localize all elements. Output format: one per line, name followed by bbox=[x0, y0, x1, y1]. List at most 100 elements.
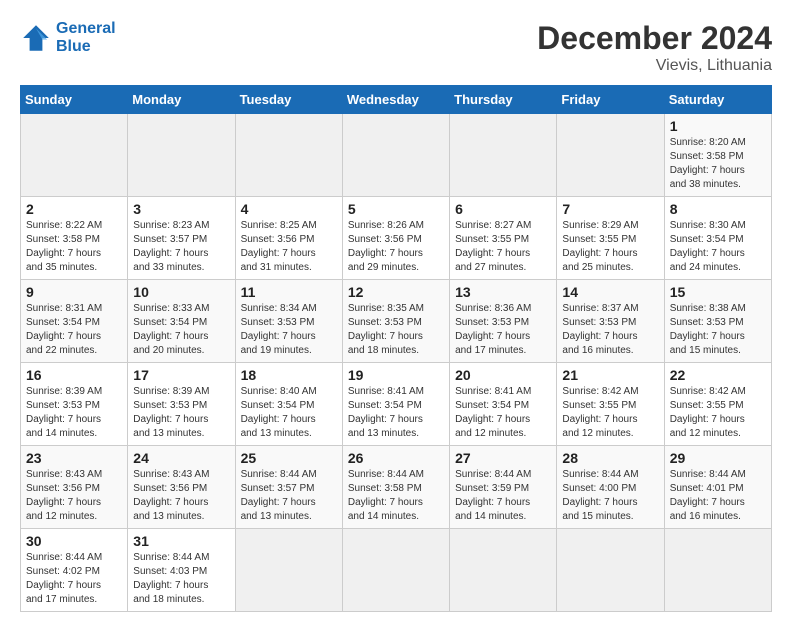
day-number: 14 bbox=[562, 284, 658, 300]
logo-text: General Blue bbox=[56, 20, 116, 56]
header-cell-saturday: Saturday bbox=[664, 86, 771, 114]
day-number: 16 bbox=[26, 367, 122, 383]
calendar-cell bbox=[557, 114, 664, 197]
calendar-week-row: 23 Sunrise: 8:43 AM Sunset: 3:56 PM Dayli… bbox=[21, 446, 772, 529]
day-number: 21 bbox=[562, 367, 658, 383]
calendar-cell: 15Sunrise: 8:38 AM Sunset: 3:53 PM Dayli… bbox=[664, 280, 771, 363]
day-number: 11 bbox=[241, 284, 337, 300]
calendar-cell bbox=[235, 114, 342, 197]
day-number: 13 bbox=[455, 284, 551, 300]
day-number: 27 bbox=[455, 450, 551, 466]
day-number: 10 bbox=[133, 284, 229, 300]
calendar-cell: 20 Sunrise: 8:41 AM Sunset: 3:54 PM Dayli… bbox=[450, 363, 557, 446]
day-number: 12 bbox=[348, 284, 444, 300]
day-content: Sunrise: 8:34 AM Sunset: 3:53 PM Dayligh… bbox=[241, 302, 337, 358]
calendar-week-row: 9Sunrise: 8:31 AM Sunset: 3:54 PM Daylig… bbox=[21, 280, 772, 363]
day-number: 25 bbox=[241, 450, 337, 466]
calendar-cell: 11 Sunrise: 8:34 AM Sunset: 3:53 PM Dayli… bbox=[235, 280, 342, 363]
day-number: 6 bbox=[455, 201, 551, 217]
calendar-cell: 12 Sunrise: 8:35 AM Sunset: 3:53 PM Dayli… bbox=[342, 280, 449, 363]
day-content: Sunrise: 8:44 AM Sunset: 3:57 PM Dayligh… bbox=[241, 468, 337, 524]
day-number: 30 bbox=[26, 533, 122, 549]
calendar-cell: 3Sunrise: 8:23 AM Sunset: 3:57 PM Daylig… bbox=[128, 197, 235, 280]
title-section: December 2024 Vievis, Lithuania bbox=[537, 20, 772, 75]
day-number: 7 bbox=[562, 201, 658, 217]
calendar-week-row: 1Sunrise: 8:20 AM Sunset: 3:58 PM Daylig… bbox=[21, 114, 772, 197]
calendar-cell: 1Sunrise: 8:20 AM Sunset: 3:58 PM Daylig… bbox=[664, 114, 771, 197]
calendar-cell: 17Sunrise: 8:39 AM Sunset: 3:53 PM Dayli… bbox=[128, 363, 235, 446]
day-number: 23 bbox=[26, 450, 122, 466]
day-content: Sunrise: 8:44 AM Sunset: 4:01 PM Dayligh… bbox=[670, 468, 766, 524]
logo-icon bbox=[20, 22, 52, 54]
day-number: 31 bbox=[133, 533, 229, 549]
header-cell-friday: Friday bbox=[557, 86, 664, 114]
calendar-cell bbox=[21, 114, 128, 197]
calendar-cell: 7Sunrise: 8:29 AM Sunset: 3:55 PM Daylig… bbox=[557, 197, 664, 280]
calendar-cell bbox=[450, 114, 557, 197]
calendar-cell: 24 Sunrise: 8:43 AM Sunset: 3:56 PM Dayli… bbox=[128, 446, 235, 529]
day-content: Sunrise: 8:35 AM Sunset: 3:53 PM Dayligh… bbox=[348, 302, 444, 358]
day-number: 17 bbox=[133, 367, 229, 383]
calendar-cell: 29Sunrise: 8:44 AM Sunset: 4:01 PM Dayli… bbox=[664, 446, 771, 529]
day-content: Sunrise: 8:40 AM Sunset: 3:54 PM Dayligh… bbox=[241, 385, 337, 441]
calendar-cell bbox=[664, 529, 771, 612]
day-content: Sunrise: 8:23 AM Sunset: 3:57 PM Dayligh… bbox=[133, 219, 229, 275]
day-number: 4 bbox=[241, 201, 337, 217]
day-number: 15 bbox=[670, 284, 766, 300]
day-content: Sunrise: 8:44 AM Sunset: 4:00 PM Dayligh… bbox=[562, 468, 658, 524]
day-number: 1 bbox=[670, 118, 766, 134]
header-cell-monday: Monday bbox=[128, 86, 235, 114]
day-number: 24 bbox=[133, 450, 229, 466]
logo: General Blue bbox=[20, 20, 116, 56]
day-content: Sunrise: 8:44 AM Sunset: 4:02 PM Dayligh… bbox=[26, 551, 122, 607]
day-number: 18 bbox=[241, 367, 337, 383]
day-number: 22 bbox=[670, 367, 766, 383]
calendar-cell: 6 Sunrise: 8:27 AM Sunset: 3:55 PM Daylig… bbox=[450, 197, 557, 280]
day-number: 2 bbox=[26, 201, 122, 217]
calendar-cell: 2 Sunrise: 8:22 AM Sunset: 3:58 PM Daylig… bbox=[21, 197, 128, 280]
location-subtitle: Vievis, Lithuania bbox=[537, 57, 772, 75]
calendar-cell bbox=[128, 114, 235, 197]
day-number: 20 bbox=[455, 367, 551, 383]
calendar-cell bbox=[557, 529, 664, 612]
calendar-cell: 8Sunrise: 8:30 AM Sunset: 3:54 PM Daylig… bbox=[664, 197, 771, 280]
day-content: Sunrise: 8:44 AM Sunset: 4:03 PM Dayligh… bbox=[133, 551, 229, 607]
calendar-cell: 14 Sunrise: 8:37 AM Sunset: 3:53 PM Dayli… bbox=[557, 280, 664, 363]
header-cell-wednesday: Wednesday bbox=[342, 86, 449, 114]
calendar-cell: 4 Sunrise: 8:25 AM Sunset: 3:56 PM Daylig… bbox=[235, 197, 342, 280]
page-header: General Blue December 2024 Vievis, Lithu… bbox=[20, 20, 772, 75]
day-content: Sunrise: 8:43 AM Sunset: 3:56 PM Dayligh… bbox=[26, 468, 122, 524]
day-number: 28 bbox=[562, 450, 658, 466]
day-content: Sunrise: 8:44 AM Sunset: 3:58 PM Dayligh… bbox=[348, 468, 444, 524]
calendar-cell: 28 Sunrise: 8:44 AM Sunset: 4:00 PM Dayli… bbox=[557, 446, 664, 529]
header-cell-thursday: Thursday bbox=[450, 86, 557, 114]
calendar-cell bbox=[450, 529, 557, 612]
calendar-cell bbox=[342, 114, 449, 197]
day-content: Sunrise: 8:22 AM Sunset: 3:58 PM Dayligh… bbox=[26, 219, 122, 275]
calendar-cell: 18 Sunrise: 8:40 AM Sunset: 3:54 PM Dayli… bbox=[235, 363, 342, 446]
day-content: Sunrise: 8:27 AM Sunset: 3:55 PM Dayligh… bbox=[455, 219, 551, 275]
day-number: 8 bbox=[670, 201, 766, 217]
calendar-cell: 10 Sunrise: 8:33 AM Sunset: 3:54 PM Dayli… bbox=[128, 280, 235, 363]
header-cell-sunday: Sunday bbox=[21, 86, 128, 114]
day-content: Sunrise: 8:42 AM Sunset: 3:55 PM Dayligh… bbox=[670, 385, 766, 441]
calendar-cell bbox=[235, 529, 342, 612]
day-content: Sunrise: 8:36 AM Sunset: 3:53 PM Dayligh… bbox=[455, 302, 551, 358]
calendar-cell: 16Sunrise: 8:39 AM Sunset: 3:53 PM Dayli… bbox=[21, 363, 128, 446]
day-content: Sunrise: 8:42 AM Sunset: 3:55 PM Dayligh… bbox=[562, 385, 658, 441]
day-content: Sunrise: 8:43 AM Sunset: 3:56 PM Dayligh… bbox=[133, 468, 229, 524]
day-content: Sunrise: 8:41 AM Sunset: 3:54 PM Dayligh… bbox=[455, 385, 551, 441]
calendar-header-row: SundayMondayTuesdayWednesdayThursdayFrid… bbox=[21, 86, 772, 114]
day-content: Sunrise: 8:33 AM Sunset: 3:54 PM Dayligh… bbox=[133, 302, 229, 358]
day-number: 26 bbox=[348, 450, 444, 466]
day-content: Sunrise: 8:26 AM Sunset: 3:56 PM Dayligh… bbox=[348, 219, 444, 275]
calendar-cell: 21 Sunrise: 8:42 AM Sunset: 3:55 PM Dayli… bbox=[557, 363, 664, 446]
calendar-cell: 23 Sunrise: 8:43 AM Sunset: 3:56 PM Dayli… bbox=[21, 446, 128, 529]
day-number: 9 bbox=[26, 284, 122, 300]
day-content: Sunrise: 8:25 AM Sunset: 3:56 PM Dayligh… bbox=[241, 219, 337, 275]
day-number: 5 bbox=[348, 201, 444, 217]
calendar-cell: 31 Sunrise: 8:44 AM Sunset: 4:03 PM Dayli… bbox=[128, 529, 235, 612]
day-content: Sunrise: 8:37 AM Sunset: 3:53 PM Dayligh… bbox=[562, 302, 658, 358]
calendar-cell: 5 Sunrise: 8:26 AM Sunset: 3:56 PM Daylig… bbox=[342, 197, 449, 280]
calendar-table: SundayMondayTuesdayWednesdayThursdayFrid… bbox=[20, 85, 772, 612]
